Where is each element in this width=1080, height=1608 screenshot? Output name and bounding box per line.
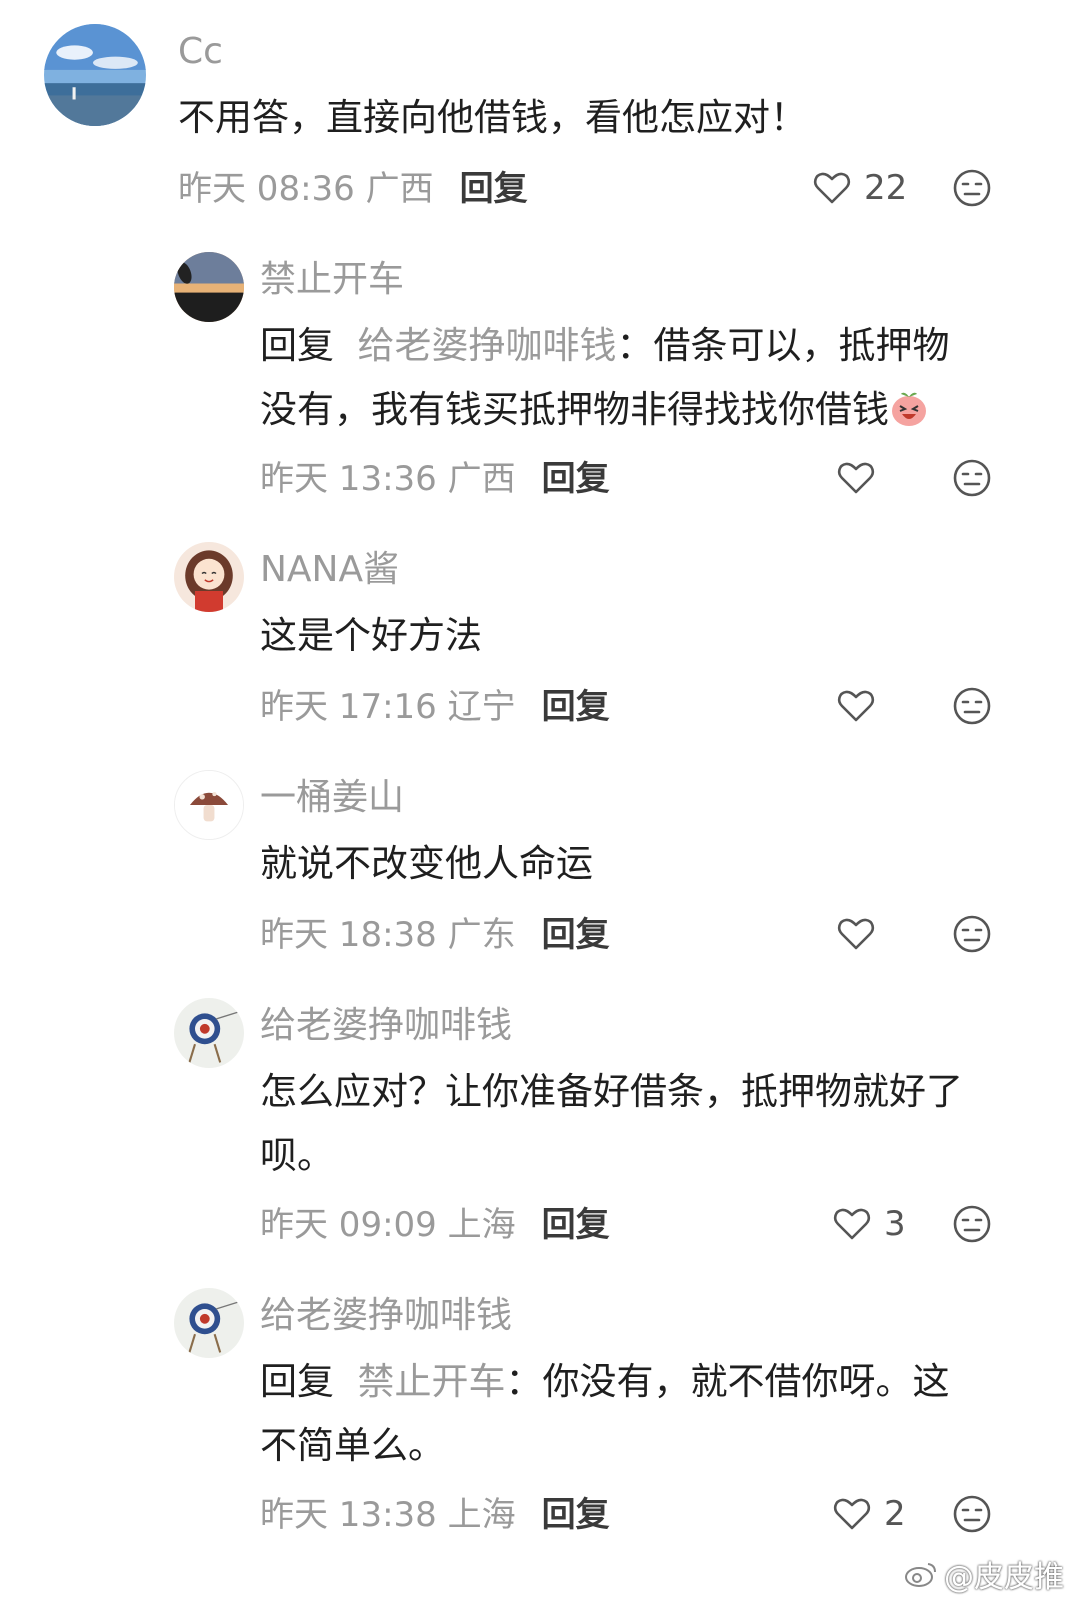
comment-text-line-1: 回复 禁止开车：你没有，就不借你呀。这 bbox=[260, 1350, 950, 1414]
like-button[interactable]: 2 bbox=[832, 1494, 906, 1534]
neutral-face-icon bbox=[953, 687, 991, 725]
comment-meta: 昨天 17:16 辽宁 回复 bbox=[260, 690, 610, 724]
comment-time-location: 昨天 08:36 广西 bbox=[178, 169, 434, 209]
reply-target-user[interactable]: 禁止开车 bbox=[358, 1360, 506, 1403]
neutral-face-icon bbox=[953, 169, 991, 207]
neutral-face-icon bbox=[953, 459, 991, 497]
like-button[interactable] bbox=[836, 458, 888, 498]
avatar-archery-target-image bbox=[174, 998, 244, 1068]
heart-outline-icon bbox=[837, 918, 875, 950]
like-button[interactable] bbox=[836, 914, 888, 954]
username[interactable]: NANA酱 bbox=[260, 552, 399, 588]
comment-meta: 昨天 18:38 广东 回复 bbox=[260, 918, 610, 952]
avatar[interactable] bbox=[174, 770, 244, 840]
avatar[interactable] bbox=[174, 252, 244, 322]
comment-text-line-1: 怎么应对？让你准备好借条，抵押物就好了 bbox=[260, 1070, 963, 1113]
comment-text: 这是个好方法 bbox=[260, 614, 482, 657]
comment-text-line-2: 没有，我有钱买抵押物非得找找你借钱 bbox=[260, 378, 950, 442]
avatar[interactable] bbox=[174, 542, 244, 612]
comment-text: 不用答，直接向他借钱，看他怎应对！ bbox=[178, 96, 807, 139]
username[interactable]: 给老婆挣咖啡钱 bbox=[260, 1298, 512, 1334]
dislike-button[interactable] bbox=[952, 1204, 992, 1244]
comment-text: 怎么应对？让你准备好借条，抵押物就好了 呗。 bbox=[260, 1060, 963, 1188]
dislike-button[interactable] bbox=[952, 686, 992, 726]
avatar-anime-girl-image bbox=[174, 542, 244, 612]
avatar-sunset-image bbox=[174, 252, 244, 322]
like-button[interactable]: 22 bbox=[812, 168, 907, 208]
comment-time-location: 昨天 13:36 广西 bbox=[260, 459, 516, 499]
username[interactable]: 给老婆挣咖啡钱 bbox=[260, 1008, 512, 1044]
comment-meta: 昨天 13:36 广西 回复 bbox=[260, 462, 610, 496]
comment-time-location: 昨天 13:38 上海 bbox=[260, 1495, 516, 1535]
comment-text-part: ：你没有，就不借你呀。这 bbox=[505, 1360, 950, 1403]
comment-text: 回复 禁止开车：你没有，就不借你呀。这 不简单么。 bbox=[260, 1350, 950, 1478]
avatar[interactable] bbox=[174, 1288, 244, 1358]
reply-prefix: 回复 bbox=[260, 1360, 334, 1403]
neutral-face-icon bbox=[953, 1495, 991, 1533]
dislike-button[interactable] bbox=[952, 914, 992, 954]
comment-time-location: 昨天 17:16 辽宁 bbox=[260, 687, 516, 727]
like-count: 22 bbox=[864, 168, 908, 208]
heart-outline-icon bbox=[837, 462, 875, 494]
dislike-button[interactable] bbox=[952, 458, 992, 498]
like-button[interactable] bbox=[836, 686, 888, 726]
avatar[interactable] bbox=[44, 24, 146, 126]
comment-time-location: 昨天 18:38 广东 bbox=[260, 915, 516, 955]
comment-meta: 昨天 08:36 广西 回复 bbox=[178, 172, 528, 206]
neutral-face-icon bbox=[953, 1205, 991, 1243]
like-button[interactable]: 3 bbox=[832, 1204, 906, 1244]
neutral-face-icon bbox=[953, 915, 991, 953]
comment-text: 回复 给老婆挣咖啡钱：借条可以，抵押物 没有，我有钱买抵押物非得找找你借钱 bbox=[260, 314, 950, 442]
reply-target-user[interactable]: 给老婆挣咖啡钱 bbox=[358, 324, 617, 367]
reply-button[interactable]: 回复 bbox=[542, 1495, 610, 1535]
avatar-mushroom-image bbox=[175, 771, 243, 839]
heart-outline-icon bbox=[833, 1498, 871, 1530]
comment-meta: 昨天 13:38 上海 回复 bbox=[260, 1498, 610, 1532]
dislike-button[interactable] bbox=[952, 168, 992, 208]
heart-outline-icon bbox=[813, 172, 851, 204]
comment-time-location: 昨天 09:09 上海 bbox=[260, 1205, 516, 1245]
avatar[interactable] bbox=[174, 998, 244, 1068]
reply-button[interactable]: 回复 bbox=[542, 459, 610, 499]
watermark-text: @皮皮推 bbox=[944, 1560, 1064, 1595]
reply-button[interactable]: 回复 bbox=[460, 169, 528, 209]
comment-text-part: 没有，我有钱买抵押物非得找找你借钱 bbox=[260, 388, 889, 431]
reply-prefix: 回复 bbox=[260, 324, 334, 367]
reply-button[interactable]: 回复 bbox=[542, 915, 610, 955]
reply-button[interactable]: 回复 bbox=[542, 687, 610, 727]
heart-outline-icon bbox=[837, 690, 875, 722]
comment-text-line-1: 回复 给老婆挣咖啡钱：借条可以，抵押物 bbox=[260, 314, 950, 378]
avatar-sea-image bbox=[44, 24, 146, 126]
comment-text-part: ：借条可以，抵押物 bbox=[616, 324, 950, 367]
comment-text: 就说不改变他人命运 bbox=[260, 842, 593, 885]
laughing-peach-emoji bbox=[892, 392, 926, 426]
username[interactable]: Cc bbox=[178, 34, 223, 70]
avatar-archery-target-image bbox=[174, 1288, 244, 1358]
like-count: 2 bbox=[884, 1494, 906, 1534]
reply-button[interactable]: 回复 bbox=[542, 1205, 610, 1245]
comment-text-line-2: 呗。 bbox=[260, 1134, 334, 1177]
like-count: 3 bbox=[884, 1204, 906, 1244]
comment-text-line-2: 不简单么。 bbox=[260, 1424, 445, 1467]
weibo-watermark: @皮皮推 bbox=[904, 1552, 1064, 1596]
username[interactable]: 一桶姜山 bbox=[260, 780, 404, 816]
weibo-logo-icon bbox=[905, 1563, 936, 1587]
comment-meta: 昨天 09:09 上海 回复 bbox=[260, 1208, 610, 1242]
username[interactable]: 禁止开车 bbox=[260, 262, 404, 298]
heart-outline-icon bbox=[833, 1208, 871, 1240]
dislike-button[interactable] bbox=[952, 1494, 992, 1534]
